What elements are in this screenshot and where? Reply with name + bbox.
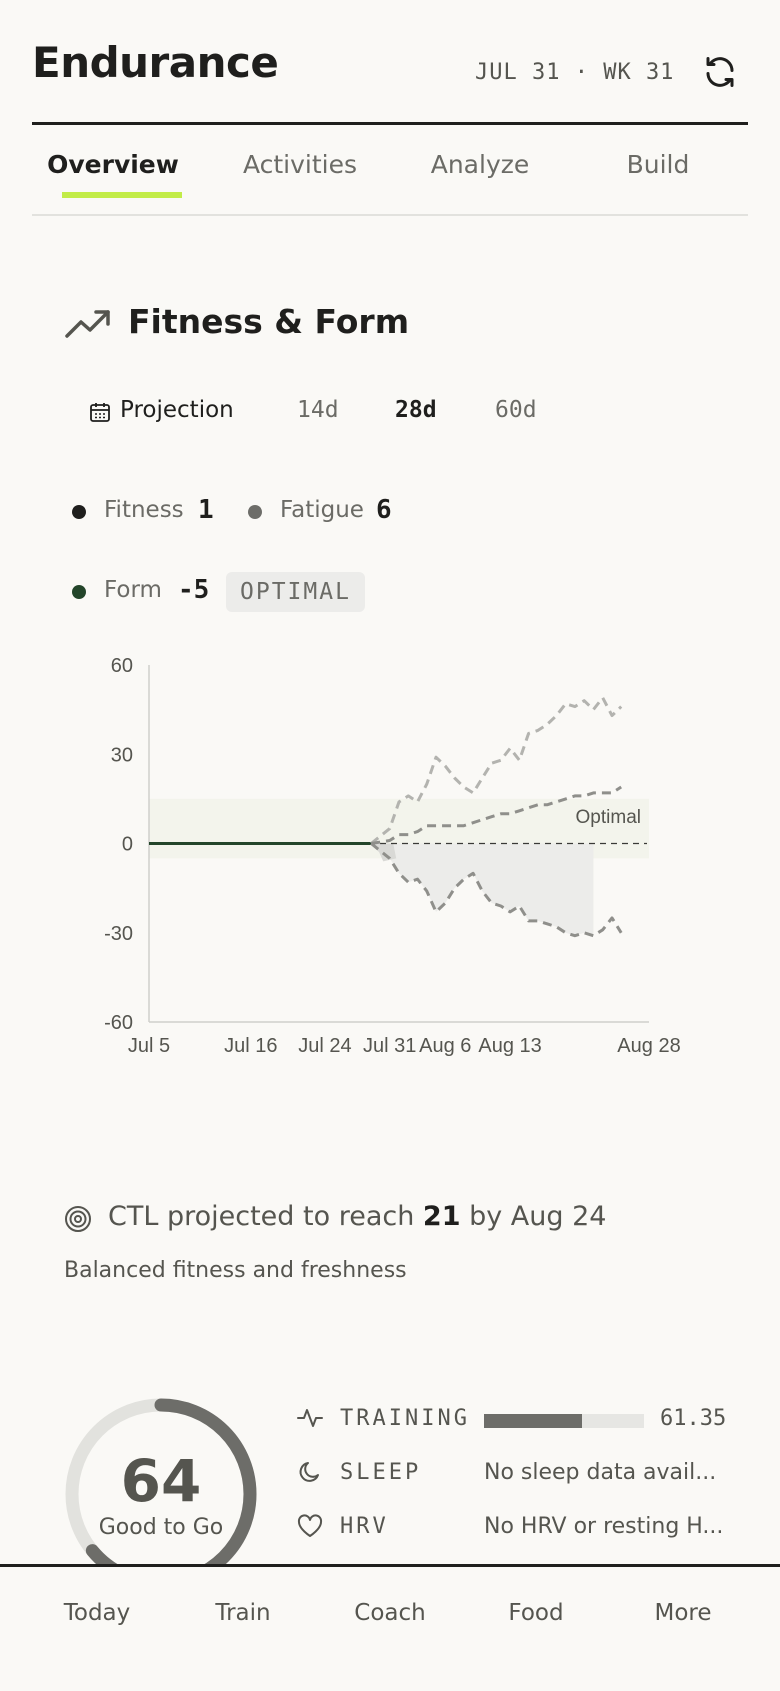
readiness-status: Good to Go (98, 1515, 224, 1540)
date-week-label: JUL 31 · WK 31 (475, 60, 675, 85)
nav-more[interactable]: More (613, 1600, 753, 1626)
fitness-legend-dot (72, 505, 86, 519)
hrv-value: No HRV or resting H... (484, 1514, 724, 1539)
section-title: Fitness & Form (128, 302, 410, 341)
y-tick-label: 30 (111, 744, 133, 766)
calendar-icon (90, 403, 110, 422)
hrv-label: HRV (340, 1514, 389, 1539)
form-legend-dot (72, 585, 86, 599)
x-tick-label: Jul 24 (298, 1035, 351, 1057)
range-60d[interactable]: 60d (495, 397, 537, 423)
sleep-value: No sleep data avail... (484, 1460, 717, 1485)
training-label: TRAINING (340, 1406, 470, 1431)
ctl-projection-text: CTL projected to reach 21 by Aug 24 (108, 1201, 606, 1232)
bottom-nav (0, 1564, 780, 1691)
y-tick-label: -30 (104, 923, 133, 945)
form-status-badge: OPTIMAL (226, 572, 365, 612)
nav-today[interactable]: Today (27, 1600, 167, 1626)
sleep-label: SLEEP (340, 1460, 422, 1485)
trend-up-icon (65, 310, 110, 338)
form-value: -5 (178, 575, 210, 605)
form-label: Form (104, 577, 162, 603)
training-load-bar (484, 1414, 644, 1428)
tab-activities[interactable]: Activities (215, 150, 385, 179)
header-divider (32, 122, 748, 125)
projection-shaded-area (371, 843, 594, 936)
nav-coach[interactable]: Coach (320, 1600, 460, 1626)
tabs-divider (32, 214, 748, 216)
ctl-projection-prefix: CTL projected to reach (108, 1201, 415, 1232)
x-tick-label: Jul 31 (363, 1035, 416, 1057)
moon-icon (299, 1462, 319, 1482)
tab-analyze[interactable]: Analyze (395, 150, 565, 179)
training-value: 61.35 (660, 1406, 727, 1431)
fitness-value: 1 (198, 495, 214, 525)
target-icon (65, 1206, 91, 1232)
fatigue-label: Fatigue (280, 497, 364, 523)
x-tick-label: Jul 5 (128, 1035, 170, 1057)
y-tick-label: 0 (122, 834, 133, 856)
nav-train[interactable]: Train (173, 1600, 313, 1626)
x-tick-label: Aug 13 (478, 1035, 541, 1057)
x-tick-label: Aug 28 (617, 1035, 680, 1057)
fatigue-value: 6 (376, 495, 392, 525)
fatigue-legend-dot (248, 505, 262, 519)
range-14d[interactable]: 14d (297, 397, 339, 423)
ctl-projection-value: 21 (422, 1201, 461, 1232)
fitness-form-chart: Optimal 60 30 0 -30 -60 Jul 5 Jul 16 Jul 24 Jul… (104, 655, 681, 1057)
tab-overview[interactable]: Overview (28, 150, 198, 179)
active-tab-indicator (62, 192, 182, 198)
training-load-fill (484, 1414, 582, 1428)
app-title: Endurance (32, 38, 279, 87)
projection-label: Projection (120, 397, 234, 423)
optimal-band-label: Optimal (576, 807, 641, 828)
x-tick-label: Aug 6 (419, 1035, 471, 1057)
tab-build[interactable]: Build (573, 150, 743, 179)
fitness-label: Fitness (104, 497, 184, 523)
y-tick-label: -60 (104, 1012, 133, 1034)
refresh-icon[interactable] (702, 54, 738, 90)
x-tick-label: Jul 16 (224, 1035, 277, 1057)
range-28d[interactable]: 28d (395, 397, 437, 423)
ctl-projection-suffix: by Aug 24 (469, 1201, 607, 1232)
projection-note: Balanced fitness and freshness (64, 1258, 407, 1283)
pulse-icon (297, 1409, 323, 1427)
heart-icon (297, 1514, 323, 1537)
nav-food[interactable]: Food (466, 1600, 606, 1626)
readiness-score: 64 (120, 1447, 202, 1515)
y-tick-label: 60 (111, 655, 133, 677)
